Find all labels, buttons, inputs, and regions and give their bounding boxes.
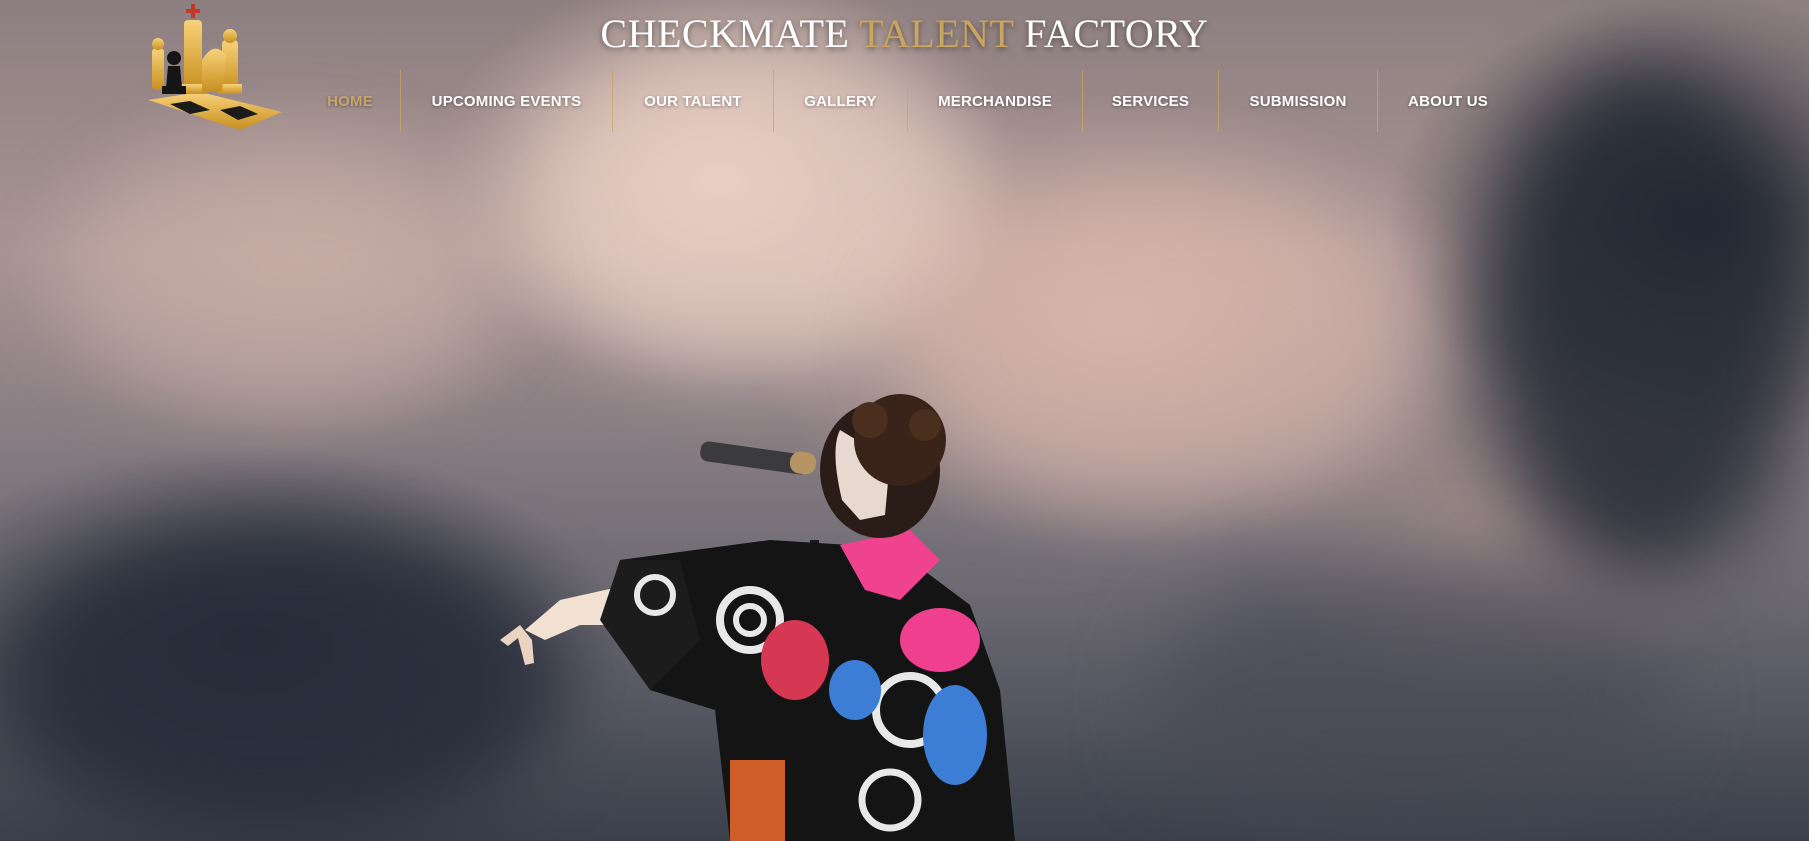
nav-item-merchandise[interactable]: MERCHANDISE [908, 70, 1082, 132]
site-title-part2: FACTORY [1013, 11, 1209, 56]
site-title-accent: TALENT [859, 11, 1014, 56]
site-title-part1: CHECKMATE [600, 11, 860, 56]
nav-item-submission[interactable]: SUBMISSION [1219, 70, 1377, 132]
nav-item-about-us[interactable]: ABOUT US [1378, 70, 1518, 132]
nav-item-our-talent[interactable]: OUR TALENT [613, 70, 773, 132]
performer-image [500, 394, 1015, 841]
main-nav: HOME UPCOMING EVENTS OUR TALENT GALLERY … [300, 70, 1518, 132]
nav-item-upcoming-events[interactable]: UPCOMING EVENTS [401, 70, 612, 132]
nav-item-gallery[interactable]: GALLERY [774, 70, 907, 132]
nav-item-home[interactable]: HOME [300, 70, 400, 132]
nav-item-services[interactable]: SERVICES [1083, 70, 1218, 132]
site-title: CHECKMATE TALENT FACTORY [0, 10, 1809, 57]
